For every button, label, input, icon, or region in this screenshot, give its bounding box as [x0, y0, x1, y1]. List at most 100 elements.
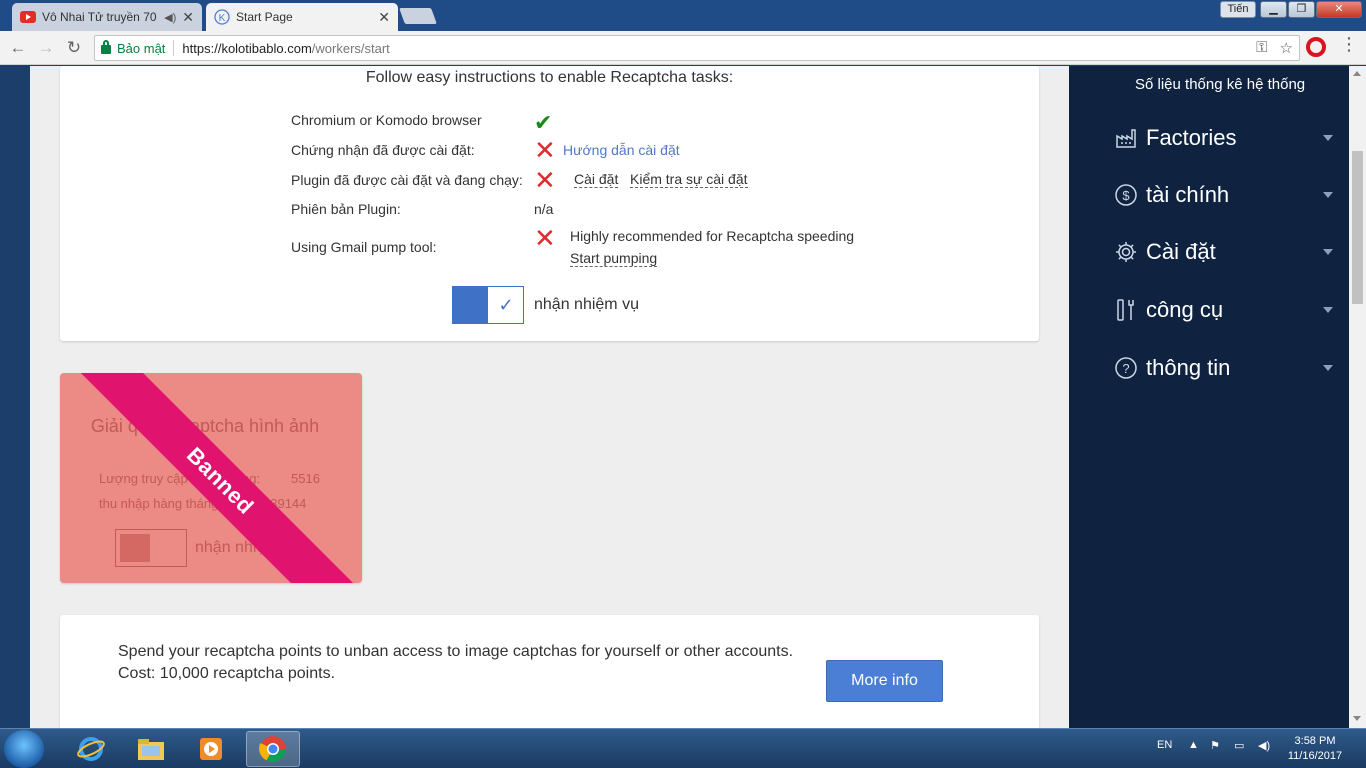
windows-taskbar: EN ▲ ⚑ ▭ ◀) 3:58 PM 11/16/2017 — [0, 728, 1366, 768]
check-icon: ✓ — [498, 294, 514, 315]
chrome-taskbar-icon[interactable] — [246, 731, 300, 767]
page-scrollbar[interactable] — [1349, 66, 1366, 728]
sidebar-item-label: tài chính — [1146, 182, 1230, 207]
explorer-taskbar-icon[interactable] — [124, 731, 178, 767]
browser-titlebar: Vô Nhai Tử truyền 70 ◀) ✕ K Start Page ✕… — [0, 0, 1366, 31]
unban-text: Spend your recaptcha points to unban acc… — [118, 641, 798, 685]
system-clock[interactable]: 3:58 PM 11/16/2017 — [1282, 734, 1348, 764]
key-icon[interactable]: ⚿ — [1256, 39, 1267, 57]
reload-button[interactable]: ↻ — [63, 37, 85, 59]
address-bar[interactable]: Bảo mật https://kolotibablo.com/workers/… — [94, 35, 1300, 61]
gmail-pump-label: Using Gmail pump tool: — [291, 239, 437, 255]
certificate-label: Chứng nhận đã được cài đặt: — [291, 142, 475, 158]
check-install-link[interactable]: Kiểm tra sự cài đặt — [630, 171, 748, 188]
tab-close-icon[interactable]: ✕ — [378, 9, 390, 26]
chevron-down-icon — [1323, 249, 1333, 255]
minimize-button[interactable]: ▁ — [1260, 1, 1287, 18]
new-tab-button[interactable] — [399, 8, 437, 24]
url-path: /workers/start — [311, 40, 390, 56]
sidebar-item-tools[interactable]: công cụ — [1114, 290, 1339, 330]
chevron-down-icon — [1323, 365, 1333, 371]
forward-button[interactable]: → — [35, 37, 57, 59]
bookmark-star-icon[interactable]: ☆ — [1280, 39, 1293, 57]
ie-taskbar-icon[interactable] — [64, 731, 118, 767]
tab-close-icon[interactable]: ✕ — [182, 9, 194, 26]
start-button[interactable] — [4, 730, 44, 768]
unban-description: Spend your recaptcha points to unban acc… — [118, 643, 794, 660]
opera-extension-icon[interactable] — [1306, 37, 1326, 57]
tab-title: Vô Nhai Tử truyền 70 — [42, 10, 157, 24]
install-guide-link[interactable]: Hướng dẫn cài đặt — [563, 142, 680, 158]
tray-expand-icon[interactable]: ▲ — [1188, 739, 1199, 751]
plugin-label: Plugin đã được cài đặt và đang chạy: — [291, 172, 523, 188]
speaker-icon[interactable]: ◀) — [164, 11, 176, 24]
checkmark-icon: ✔ — [534, 110, 553, 135]
install-plugin-link[interactable]: Cài đặt — [574, 171, 619, 188]
sidebar: Số liệu thống kê hệ thống Factories $ tà… — [1069, 66, 1349, 728]
lock-icon — [101, 40, 111, 54]
svg-text:?: ? — [1122, 361, 1129, 376]
page-viewport: Follow easy instructions to enable Recap… — [0, 66, 1366, 728]
image-captcha-title: Giải quyết Captcha hình ảnh — [90, 416, 320, 436]
kolotibablo-icon: K — [214, 9, 230, 25]
clock-time: 3:58 PM — [1294, 735, 1336, 747]
sidebar-item-label: Cài đặt — [1146, 239, 1216, 264]
sidebar-item-info[interactable]: ? thông tin — [1114, 348, 1339, 388]
maximize-button[interactable]: ❐ — [1288, 1, 1315, 18]
unban-cost: Cost: 10,000 recaptcha points. — [118, 665, 336, 682]
scroll-up-icon[interactable] — [1353, 71, 1361, 76]
monthly-income-label: thu nhập hàng tháng: — [99, 496, 222, 511]
sidebar-item-factories[interactable]: Factories — [1114, 118, 1339, 158]
media-player-taskbar-icon[interactable] — [184, 731, 238, 767]
scrollbar-thumb[interactable] — [1352, 151, 1363, 304]
network-icon[interactable]: ▭ — [1234, 739, 1244, 752]
main-content: Follow easy instructions to enable Recap… — [30, 66, 1069, 728]
plugin-version-value: n/a — [534, 201, 554, 217]
sidebar-item-label: Factories — [1146, 125, 1237, 150]
browser-menu-icon[interactable]: ⋮ — [1340, 34, 1358, 55]
sidebar-item-finance[interactable]: $ tài chính — [1114, 175, 1339, 215]
secure-label: Bảo mật — [117, 40, 166, 56]
tab-start-page[interactable]: K Start Page ✕ — [206, 3, 398, 31]
help-icon: ? — [1114, 356, 1138, 380]
factory-icon — [1114, 126, 1138, 150]
youtube-icon — [20, 9, 36, 25]
start-pumping-link[interactable]: Start pumping — [570, 250, 658, 267]
chevron-down-icon — [1323, 307, 1333, 313]
system-stats-link[interactable]: Số liệu thống kê hệ thống — [1135, 76, 1305, 93]
sidebar-item-label: công cụ — [1146, 297, 1224, 322]
recaptcha-task-toggle[interactable]: ✓ — [452, 286, 524, 324]
recaptcha-toggle-label: nhận nhiệm vụ — [534, 296, 639, 313]
dollar-icon: $ — [1114, 183, 1138, 207]
tab-youtube[interactable]: Vô Nhai Tử truyền 70 ◀) ✕ — [12, 3, 202, 31]
sidebar-item-settings[interactable]: Cài đặt — [1114, 232, 1339, 272]
profile-button[interactable]: Tiến — [1220, 1, 1256, 18]
sidebar-item-label: thông tin — [1146, 355, 1231, 380]
unban-card: Spend your recaptcha points to unban acc… — [60, 615, 1039, 728]
tools-icon — [1114, 298, 1138, 322]
action-center-icon[interactable]: ⚑ — [1210, 739, 1220, 752]
browser-requirement-label: Chromium or Komodo browser — [291, 112, 482, 128]
close-window-button[interactable]: ✕ — [1316, 1, 1362, 18]
browser-toolbar: ← → ↻ Bảo mật https://kolotibablo.com/wo… — [0, 31, 1366, 65]
recaptcha-setup-card: Follow easy instructions to enable Recap… — [60, 66, 1039, 341]
more-info-button[interactable]: More info — [826, 660, 943, 702]
back-button[interactable]: ← — [7, 37, 29, 59]
monthly-traffic-value: 5516 — [291, 471, 320, 486]
volume-icon[interactable]: ◀) — [1258, 739, 1270, 752]
gmail-pump-note: Highly recommended for Recaptcha speedin… — [570, 228, 855, 244]
cross-icon: ✕ — [534, 135, 556, 165]
gear-icon — [1114, 240, 1138, 264]
language-indicator[interactable]: EN — [1157, 739, 1172, 751]
image-captcha-card: Giải quyết Captcha hình ảnh Lượng truy c… — [60, 373, 362, 583]
cross-icon: ✕ — [534, 165, 556, 195]
svg-text:$: $ — [1122, 188, 1130, 203]
recaptcha-heading: Follow easy instructions to enable Recap… — [365, 69, 734, 86]
chevron-down-icon — [1323, 192, 1333, 198]
chevron-down-icon — [1323, 135, 1333, 141]
scroll-down-icon[interactable] — [1353, 716, 1361, 721]
cross-icon: ✕ — [534, 223, 556, 253]
clock-date: 11/16/2017 — [1287, 750, 1343, 762]
svg-text:K: K — [219, 13, 226, 24]
tab-title: Start Page — [236, 10, 293, 24]
